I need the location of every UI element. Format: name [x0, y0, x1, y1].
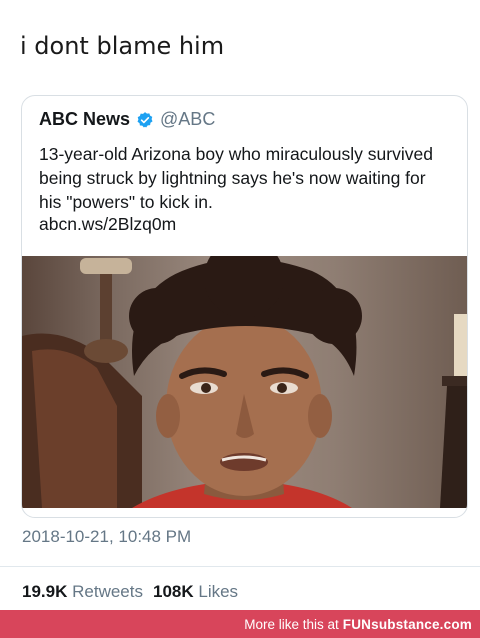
- author-name[interactable]: ABC News: [39, 109, 130, 130]
- likes-label[interactable]: Likes: [198, 582, 238, 601]
- meme-caption: i dont blame him: [20, 32, 225, 60]
- footer-brand-logo[interactable]: FUNsubstance.com: [343, 617, 472, 632]
- tweet-header: ABC News @ABC: [39, 109, 215, 130]
- retweets-label[interactable]: Retweets: [72, 582, 143, 601]
- author-handle[interactable]: @ABC: [160, 109, 215, 130]
- retweets-count[interactable]: 19.9K: [22, 582, 67, 601]
- tweet-text: 13-year-old Arizona boy who miraculously…: [39, 144, 433, 212]
- footer-text: More like this at: [244, 616, 339, 632]
- site-footer-banner[interactable]: More like this at FUNsubstance.com: [0, 610, 480, 638]
- tweet-photo[interactable]: [22, 256, 467, 508]
- divider: [0, 566, 480, 567]
- tweet-card[interactable]: ABC News @ABC 13-year-old Arizona boy wh…: [21, 95, 468, 518]
- verified-badge-icon: [136, 111, 154, 129]
- likes-count[interactable]: 108K: [153, 582, 194, 601]
- boy-portrait-image: [22, 256, 467, 508]
- tweet-stats: 19.9K Retweets 108K Likes: [22, 582, 238, 602]
- tweet-timestamp[interactable]: 2018-10-21, 10:48 PM: [22, 527, 191, 547]
- tweet-link[interactable]: abcn.ws/2Blzq0m: [39, 214, 176, 235]
